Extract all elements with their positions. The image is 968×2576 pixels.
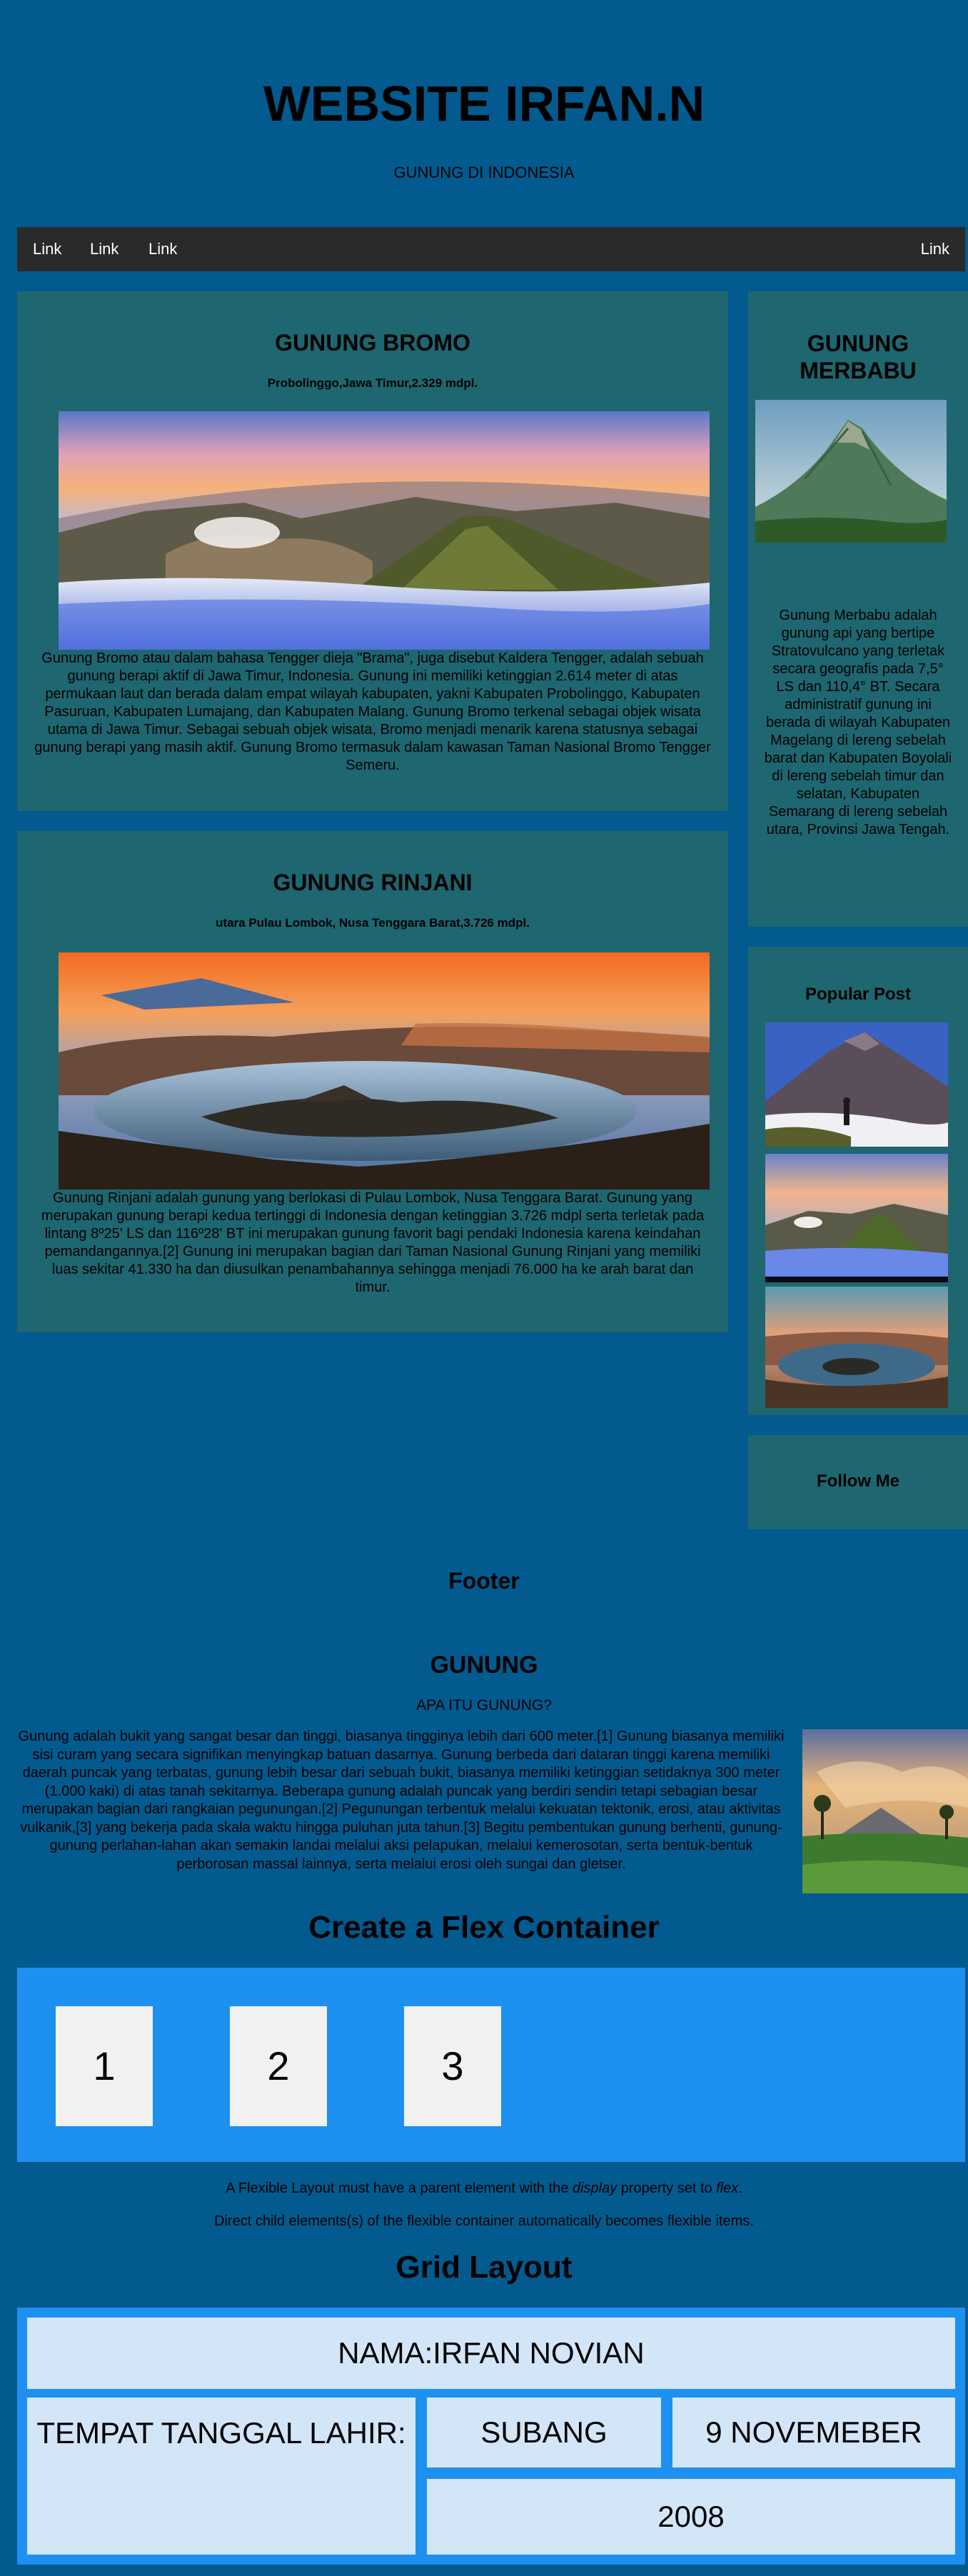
- rinjani-title: GUNUNG RINJANI: [273, 870, 473, 895]
- merbabu-description: Gunung Merbabu adalah gunung api yang be…: [764, 608, 952, 837]
- popular-post-card: Popular Post: [748, 947, 968, 1415]
- grid-title: Grid Layout: [395, 2250, 573, 2285]
- bromo-title: GUNUNG BROMO: [275, 330, 470, 356]
- nav-link-3[interactable]: Link: [148, 227, 177, 271]
- footer-title: Footer: [448, 1568, 520, 1594]
- flex-title: Create a Flex Container: [308, 1910, 660, 1945]
- flex-note-1-em-flex: flex: [716, 2180, 739, 2196]
- popular-post-image-1[interactable]: [765, 1022, 948, 1147]
- follow-me-card: Follow Me: [748, 1435, 968, 1529]
- merbabu-title-line2: MERBABU: [800, 358, 917, 383]
- flex-note-1-middle: property set to: [617, 2180, 717, 2196]
- flex-note-1-after: .: [738, 2180, 742, 2196]
- bromo-description: Gunung Bromo atau dalam bahasa Tengger d…: [34, 650, 711, 773]
- flex-note-1-before: A Flexible Layout must have a parent ele…: [226, 2180, 573, 2196]
- site-title: WEBSITE IRFAN.N: [263, 76, 705, 131]
- merbabu-card: GUNUNG MERBABU Gunung Merbabu adalah gun…: [748, 291, 968, 927]
- nav-link-1[interactable]: Link: [33, 227, 61, 271]
- nav-link-right[interactable]: Link: [921, 227, 949, 271]
- flex-item-1: 1: [56, 2006, 153, 2126]
- gunung-subtitle: APA ITU GUNUNG?: [416, 1697, 552, 1714]
- flex-note-1: A Flexible Layout must have a parent ele…: [0, 2179, 968, 2198]
- bromo-image: [59, 411, 710, 650]
- bromo-card: GUNUNG BROMO Probolinggo,Jawa Timur,2.32…: [17, 291, 728, 811]
- nav-link-2[interactable]: Link: [90, 227, 119, 271]
- site-header: WEBSITE IRFAN.N GUNUNG DI INDONESIA: [0, 0, 968, 214]
- grid-year-cell: 2008: [427, 2479, 955, 2555]
- grid-place-cell: SUBANG: [427, 2398, 661, 2467]
- flex-note-1-em-display: display: [572, 2180, 617, 2196]
- grid-date-cell: 9 NOVEMEBER: [672, 2398, 955, 2467]
- grid-birth-label-cell: TEMPAT TANGGAL LAHIR:: [27, 2398, 415, 2555]
- gunung-text: Gunung adalah bukit yang sangat besar da…: [18, 1729, 785, 1872]
- popular-post-image-3[interactable]: [765, 1287, 948, 1408]
- popular-post-image-2[interactable]: [765, 1154, 948, 1282]
- grid-name-cell: NAMA:IRFAN NOVIAN: [27, 2318, 955, 2389]
- rinjani-description: Gunung Rinjani adalah gunung yang berlok…: [41, 1190, 705, 1295]
- rinjani-image: [59, 952, 710, 1189]
- merbabu-title-line1: GUNUNG: [807, 331, 909, 356]
- navbar: Link Link Link Link: [17, 227, 965, 271]
- gunung-title: GUNUNG: [430, 1651, 538, 1679]
- gunung-image: [802, 1729, 968, 1893]
- site-subtitle: GUNUNG DI INDONESIA: [393, 163, 575, 181]
- flex-item-3: 3: [404, 2006, 501, 2126]
- grid-container: NAMA:IRFAN NOVIAN TEMPAT TANGGAL LAHIR: …: [17, 2308, 965, 2565]
- merbabu-image: [755, 400, 947, 543]
- rinjani-meta: utara Pulau Lombok, Nusa Tenggara Barat,…: [216, 916, 530, 930]
- flex-item-2: 2: [230, 2006, 327, 2126]
- flex-note-2: Direct child elements(s) of the flexible…: [214, 2213, 754, 2229]
- flex-container: 1 2 3: [17, 1968, 965, 2162]
- rinjani-card: GUNUNG RINJANI utara Pulau Lombok, Nusa …: [17, 831, 728, 1332]
- bromo-meta: Probolinggo,Jawa Timur,2.329 mdpl.: [267, 376, 478, 390]
- popular-post-title: Popular Post: [805, 985, 912, 1004]
- follow-me-title: Follow Me: [817, 1471, 899, 1491]
